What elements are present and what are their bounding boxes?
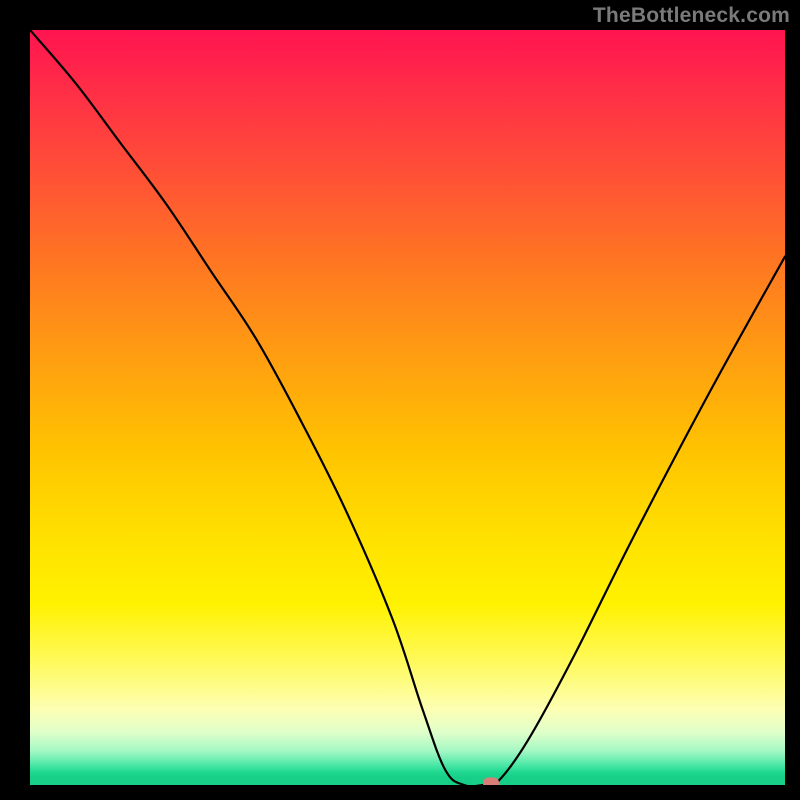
watermark-label: TheBottleneck.com — [593, 4, 790, 28]
optimal-point-marker — [483, 778, 499, 786]
bottleneck-curve-line — [30, 30, 785, 785]
chart-plot-area — [30, 30, 785, 785]
chart-curve-svg — [30, 30, 785, 785]
